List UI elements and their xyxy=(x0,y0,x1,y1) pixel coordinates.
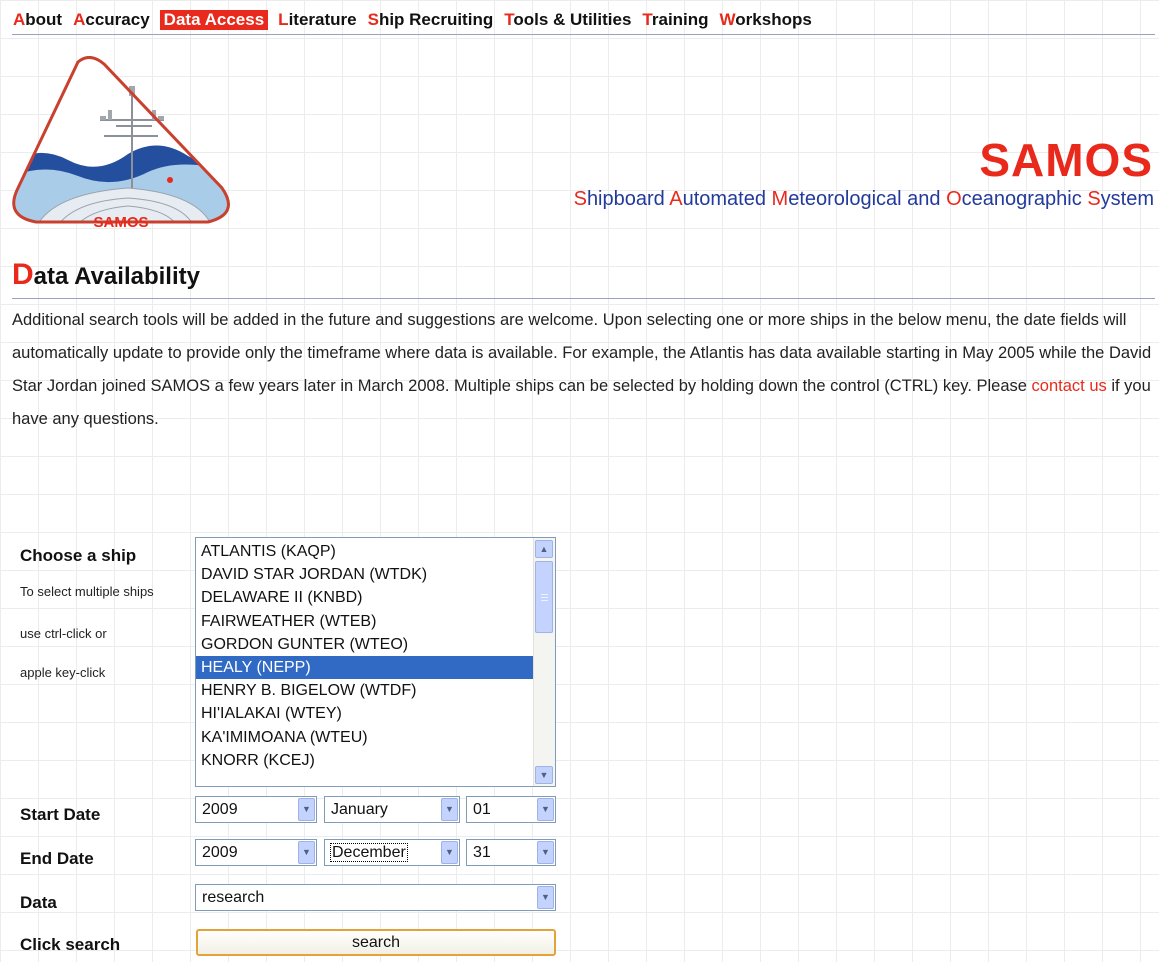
chevron-down-icon[interactable]: ▼ xyxy=(537,798,554,821)
nav-item[interactable]: Literature xyxy=(277,10,357,30)
ship-option[interactable]: HEALY (NEPP) xyxy=(196,655,534,680)
nav-item-label: ools & Utilities xyxy=(513,10,632,29)
start-month-value: January xyxy=(331,801,388,818)
end-day-select[interactable]: 31 ▼ xyxy=(466,839,556,866)
nav-item-initial: A xyxy=(13,10,26,29)
chevron-down-icon[interactable]: ▼ xyxy=(441,841,458,864)
intro-paragraph: Additional search tools will be added in… xyxy=(12,304,1155,436)
hint-line: To select multiple ships xyxy=(20,584,154,599)
brand-subtitle-word: ceanographic xyxy=(961,188,1088,210)
start-month-select[interactable]: January ▼ xyxy=(324,796,460,823)
nav-item[interactable]: Training xyxy=(641,10,709,30)
brand-title: SAMOS xyxy=(979,134,1153,186)
ship-list-scrollbar[interactable]: ▲ ▼ xyxy=(533,538,555,786)
data-type-select[interactable]: research ▼ xyxy=(195,884,556,911)
page-title-initial: D xyxy=(12,258,34,291)
nav-item-initial: W xyxy=(719,10,736,29)
end-date-label: End Date xyxy=(20,849,94,868)
nav-item-initial: D xyxy=(163,10,176,29)
scroll-thumb[interactable] xyxy=(535,561,553,633)
ship-option[interactable]: HI'IALAKAI (WTEY) xyxy=(196,702,534,725)
nav-item-label: ata Access xyxy=(175,10,265,29)
start-day-select[interactable]: 01 ▼ xyxy=(466,796,556,823)
ship-options: ATLANTIS (KAQP) DAVID STAR JORDAN (WTDK) D… xyxy=(196,540,534,772)
nav-item-label: iterature xyxy=(288,10,357,29)
chevron-down-icon[interactable]: ▼ xyxy=(537,886,554,909)
nav-item-initial: A xyxy=(73,10,86,29)
hint-line: apple key-click xyxy=(20,665,106,680)
start-date-label: Start Date xyxy=(20,805,101,824)
samos-logo: SAMOS xyxy=(8,56,236,232)
brand-subtitle-word: utomated xyxy=(682,188,772,210)
ship-option[interactable]: HENRY B. BIGELOW (WTDF) xyxy=(196,679,534,702)
search-button[interactable]: search xyxy=(196,929,556,956)
brand-subtitle-initial: M xyxy=(771,188,789,210)
page-title-rest: ata Availability xyxy=(33,263,200,290)
brand-subtitle-word: ystem xyxy=(1100,188,1154,210)
start-year-select[interactable]: 2009 ▼ xyxy=(195,796,317,823)
ship-option[interactable]: GORDON GUNTER (WTEO) xyxy=(196,633,534,656)
end-year-select[interactable]: 2009 ▼ xyxy=(195,839,317,866)
end-year-value: 2009 xyxy=(202,844,238,861)
nav-item-initial: T xyxy=(642,10,652,29)
brand-subtitle: Shipboard Automated Meteorological and O… xyxy=(574,188,1154,211)
start-day-value: 01 xyxy=(473,801,491,818)
chevron-down-icon[interactable]: ▼ xyxy=(537,841,554,864)
brand-subtitle-word: hipboard xyxy=(586,188,670,210)
brand-subtitle-initial: S xyxy=(1087,188,1101,210)
data-type-value: research xyxy=(202,889,265,906)
ship-option[interactable]: FAIRWEATHER (WTEB) xyxy=(196,610,534,633)
nav-item-label: raining xyxy=(651,10,709,29)
nav-item[interactable]: Ship Recruiting xyxy=(367,10,495,30)
page-title: Data Availability xyxy=(12,258,1155,299)
brand-subtitle-initial: A xyxy=(669,188,683,210)
hint-line: use ctrl-click or xyxy=(20,626,107,641)
nav-item-label: ccuracy xyxy=(85,10,150,29)
ship-option[interactable]: KA'IMIMOANA (WTEU) xyxy=(196,726,534,749)
brand-subtitle-initial: O xyxy=(946,188,962,210)
scroll-down-icon[interactable]: ▼ xyxy=(535,766,553,784)
chevron-down-icon[interactable]: ▼ xyxy=(441,798,458,821)
data-label: Data xyxy=(20,893,57,912)
start-year-value: 2009 xyxy=(202,801,238,818)
ship-option[interactable]: DAVID STAR JORDAN (WTDK) xyxy=(196,563,534,586)
chevron-down-icon[interactable]: ▼ xyxy=(298,798,315,821)
end-month-value: December xyxy=(330,843,408,862)
nav-item[interactable]: Data Access xyxy=(159,10,269,30)
brand-subtitle-initial: S xyxy=(573,188,587,210)
nav-item-label: orkshops xyxy=(735,10,812,29)
main-nav: About Accuracy Data Access Literature Ship R… xyxy=(12,10,1155,35)
nav-item[interactable]: About xyxy=(12,10,63,30)
ship-option[interactable]: ATLANTIS (KAQP) xyxy=(196,540,534,563)
nav-item[interactable]: Workshops xyxy=(719,10,813,30)
nav-item[interactable]: Tools & Utilities xyxy=(503,10,632,30)
nav-item-label: hip Recruiting xyxy=(378,10,494,29)
nav-item-initial: T xyxy=(504,10,514,29)
nav-item-label: bout xyxy=(25,10,63,29)
click-search-label: Click search xyxy=(20,935,121,954)
choose-ship-label: Choose a ship xyxy=(20,546,137,565)
ship-listbox[interactable]: ATLANTIS (KAQP) DAVID STAR JORDAN (WTDK) D… xyxy=(195,537,556,787)
contact-us-link[interactable]: contact us xyxy=(1032,377,1107,395)
logo-text: SAMOS xyxy=(93,214,148,231)
nav-item[interactable]: Accuracy xyxy=(72,10,151,30)
ship-option[interactable]: DELAWARE II (KNBD) xyxy=(196,586,534,609)
end-month-select[interactable]: December ▼ xyxy=(324,839,460,866)
nav-item-initial: S xyxy=(367,10,379,29)
chevron-down-icon[interactable]: ▼ xyxy=(298,841,315,864)
intro-text: Additional search tools will be added in… xyxy=(12,311,1152,395)
scroll-up-icon[interactable]: ▲ xyxy=(535,540,553,558)
nav-item-initial: L xyxy=(278,10,289,29)
brand-subtitle-word: eteorological and xyxy=(788,188,947,210)
end-day-value: 31 xyxy=(473,844,491,861)
ship-option[interactable]: KNORR (KCEJ) xyxy=(196,749,534,772)
